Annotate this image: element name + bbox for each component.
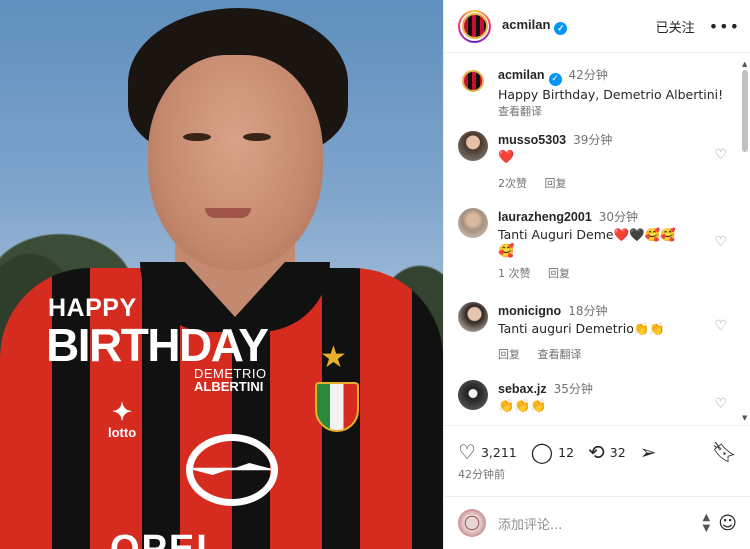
comment-username[interactable]: laurazheng2001 — [498, 210, 592, 224]
verified-badge-icon: ✓ — [548, 73, 562, 86]
likes-count[interactable]: 3,211 — [481, 445, 517, 460]
comment-meta: 1 次赞 回复 — [498, 265, 739, 282]
commenter-avatar[interactable] — [458, 380, 488, 410]
heart-icon[interactable]: ♡ — [458, 442, 476, 462]
story-ring[interactable] — [458, 9, 491, 43]
comment-time: 35分钟 — [553, 382, 593, 396]
player-eye-left — [183, 133, 211, 141]
comment-text: Tanti Auguri Deme❤️🖤🥰🥰 — [498, 227, 676, 242]
instagram-post: ★ ✦ lotto OPEL HAPPY BIRTHDAY DEMETRIO A… — [0, 0, 750, 549]
comment-username[interactable]: monicigno — [498, 304, 561, 318]
comment-like-heart-icon[interactable]: ♡ — [714, 147, 727, 163]
lotto-mark-icon: ✦ — [112, 399, 133, 426]
comment-body: musso5303 39分钟 ❤️ 2次赞 回复 — [498, 131, 739, 192]
comment-action[interactable]: ◯ 12 — [531, 442, 574, 462]
commenter-avatar[interactable] — [458, 302, 488, 332]
comment-text: 👏👏👏 — [498, 399, 547, 414]
comments-list[interactable]: acmilan ✓ 42分钟 Happy Birthday, Demetrio A… — [444, 54, 739, 424]
repost-icon[interactable]: ⟲ — [588, 442, 605, 462]
share-action[interactable]: ➢ — [640, 442, 662, 462]
comment-body: laurazheng2001 30分钟 Tanti Auguri Deme❤️🖤… — [498, 208, 739, 282]
comment-text: ❤️ — [498, 150, 515, 165]
player-mouth — [205, 208, 251, 218]
comments-scrollbar[interactable]: ▲ ▼ — [740, 58, 750, 424]
header-username[interactable]: acmilan ✓ — [502, 17, 568, 35]
sponsor-text: OPEL — [110, 528, 222, 549]
sponsor-logo — [185, 434, 278, 506]
caption-text: Happy Birthday, Demetrio Albertini! — [498, 87, 724, 102]
acmilan-avatar — [462, 70, 484, 92]
scroll-down-arrow-icon[interactable]: ▼ — [742, 414, 747, 422]
post-side-panel: acmilan ✓ 已关注 ••• acmilan ✓ 42分钟 Happy Bir… — [443, 0, 750, 549]
resize-arrows-icon: ▲ ▼ — [702, 512, 711, 534]
comment-time: 30分钟 — [598, 210, 639, 224]
comment-text-continued: 🥰 — [498, 244, 515, 259]
send-paper-plane-icon[interactable]: ➢ — [640, 442, 657, 462]
comment-likes-count[interactable]: 1 次赞 — [498, 267, 531, 280]
comment-row: monicigno 18分钟 Tanti auguri Demetrio👏👏 回… — [458, 302, 739, 363]
more-options-icon[interactable]: ••• — [709, 17, 740, 36]
post-actions: ♡ 3,211 ◯ 12 ⟲ 32 ➢ 🔖︎ 42分钟前 — [444, 425, 750, 485]
comment-like-heart-icon[interactable]: ♡ — [714, 318, 727, 334]
caption-row: acmilan ✓ 42分钟 Happy Birthday, Demetrio A… — [458, 66, 739, 120]
acmilan-avatar — [461, 13, 488, 39]
caption-translate-link[interactable]: 查看翻译 — [498, 103, 739, 120]
comments-count[interactable]: 12 — [558, 445, 574, 460]
bookmark-icon[interactable]: 🔖︎ — [712, 440, 737, 464]
comment-row: musso5303 39分钟 ❤️ 2次赞 回复 ♡ — [458, 131, 739, 192]
comment-body: sebax.jz 35分钟 👏👏👏 — [498, 380, 739, 415]
repost-action[interactable]: ⟲ 32 — [588, 442, 626, 462]
comment-like-heart-icon[interactable]: ♡ — [714, 396, 727, 412]
like-action[interactable]: ♡ 3,211 — [458, 442, 517, 462]
posted-time: 42分钟前 — [458, 468, 505, 481]
comment-username[interactable]: sebax.jz — [498, 382, 547, 396]
comment-bubble-icon[interactable]: ◯ — [531, 442, 553, 462]
caption-avatar[interactable] — [458, 66, 488, 96]
comment-translate-link[interactable]: 查看翻译 — [538, 348, 582, 361]
jersey-star-icon: ★ — [320, 340, 347, 375]
overlay-last-name: ALBERTINI — [194, 379, 264, 394]
commenter-avatar[interactable] — [458, 208, 488, 238]
add-comment-bar: 添加评论... ▲ ▼ ☺ — [444, 496, 750, 549]
caption-time: 42分钟 — [568, 68, 608, 82]
comment-meta: 回复 查看翻译 — [498, 346, 739, 363]
player-eye-right — [243, 133, 271, 141]
overlay-birthday: BIRTHDAY — [46, 319, 269, 371]
verified-badge-icon: ✓ — [554, 22, 568, 35]
comment-row: sebax.jz 35分钟 👏👏👏 ♡ — [458, 380, 739, 415]
scrollbar-thumb[interactable] — [742, 70, 748, 152]
comment-username[interactable]: musso5303 — [498, 133, 566, 147]
post-image[interactable]: ★ ✦ lotto OPEL HAPPY BIRTHDAY DEMETRIO A… — [0, 0, 443, 549]
comment-time: 39分钟 — [573, 133, 613, 147]
emoji-picker-icon[interactable]: ☺ — [718, 513, 737, 534]
caption-body: acmilan ✓ 42分钟 Happy Birthday, Demetrio A… — [498, 66, 739, 120]
add-comment-input[interactable]: 添加评论... — [498, 514, 562, 533]
comment-reply-button[interactable]: 回复 — [545, 177, 567, 190]
action-bar: ♡ 3,211 ◯ 12 ⟲ 32 ➢ 🔖︎ — [444, 426, 750, 466]
comment-body: monicigno 18分钟 Tanti auguri Demetrio👏👏 回… — [498, 302, 739, 363]
comment-row: laurazheng2001 30分钟 Tanti Auguri Deme❤️🖤… — [458, 208, 739, 282]
reposts-count[interactable]: 32 — [610, 445, 626, 460]
scroll-up-arrow-icon[interactable]: ▲ — [742, 60, 747, 68]
kit-brand-text: lotto — [108, 425, 137, 441]
player-face — [148, 55, 323, 270]
comment-likes-count[interactable]: 2次赞 — [498, 177, 527, 190]
caption-username[interactable]: acmilan — [498, 68, 545, 82]
comment-reply-button[interactable]: 回复 — [548, 267, 570, 280]
comment-time: 18分钟 — [568, 304, 608, 318]
comment-reply-button[interactable]: 回复 — [498, 348, 520, 361]
italian-scudetto-icon — [315, 382, 359, 432]
current-user-avatar — [458, 509, 486, 537]
post-header: acmilan ✓ 已关注 ••• — [444, 0, 750, 53]
comment-text: Tanti auguri Demetrio👏👏 — [498, 321, 665, 336]
comment-meta: 2次赞 回复 — [498, 175, 739, 192]
comment-like-heart-icon[interactable]: ♡ — [714, 234, 727, 250]
following-button[interactable]: 已关注 — [656, 17, 695, 36]
kit-brand-logo: ✦ lotto — [108, 399, 137, 441]
opel-bolt-icon — [185, 463, 277, 475]
commenter-avatar[interactable] — [458, 131, 488, 161]
